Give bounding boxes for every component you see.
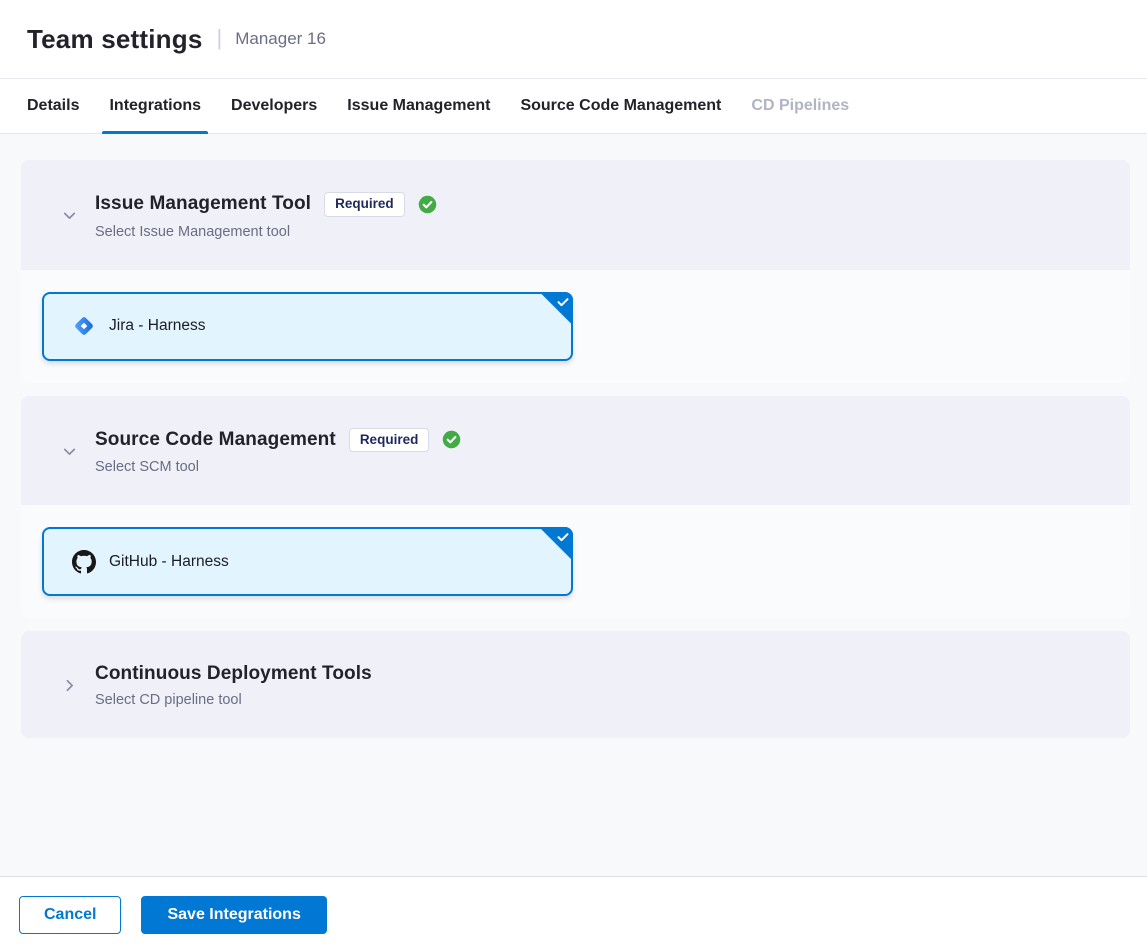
section-subtitle: Select Issue Management tool — [95, 224, 437, 240]
action-footer: Cancel Save Integrations — [0, 876, 1147, 952]
page-context-label: Manager 16 — [235, 29, 326, 49]
cancel-button[interactable]: Cancel — [19, 896, 121, 934]
tab-integrations[interactable]: Integrations — [109, 79, 201, 133]
section-header-text: Source Code Management Required Select S… — [95, 428, 461, 476]
section-header-text: Issue Management Tool Required Select Is… — [95, 192, 437, 240]
chevron-right-icon — [61, 677, 78, 694]
tab-developers[interactable]: Developers — [231, 79, 317, 133]
required-badge: Required — [349, 428, 430, 453]
page-title: Team settings — [27, 24, 203, 55]
tool-card-label: Jira - Harness — [109, 317, 205, 335]
tool-card-label: GitHub - Harness — [109, 553, 229, 571]
section-cd-tools-header[interactable]: Continuous Deployment Tools Select CD pi… — [21, 631, 1130, 738]
section-subtitle: Select SCM tool — [95, 459, 461, 475]
required-badge: Required — [324, 192, 405, 217]
tool-card-github[interactable]: GitHub - Harness — [42, 527, 573, 596]
title-separator: | — [217, 25, 223, 51]
integrations-panel: Issue Management Tool Required Select Is… — [0, 134, 1147, 876]
section-subtitle: Select CD pipeline tool — [95, 692, 372, 708]
tab-details[interactable]: Details — [27, 79, 79, 133]
section-source-code-management: Source Code Management Required Select S… — [21, 396, 1130, 619]
jira-icon — [72, 314, 96, 338]
section-title: Issue Management Tool — [95, 193, 311, 215]
page-header: Team settings | Manager 16 — [0, 0, 1147, 78]
tab-bar: Details Integrations Developers Issue Ma… — [0, 78, 1147, 134]
section-issue-management-body: Jira - Harness — [21, 270, 1130, 383]
chevron-down-icon — [61, 207, 78, 224]
section-scm-header[interactable]: Source Code Management Required Select S… — [21, 396, 1130, 506]
section-issue-management: Issue Management Tool Required Select Is… — [21, 160, 1130, 383]
tab-source-code-management[interactable]: Source Code Management — [520, 79, 721, 133]
success-check-icon — [442, 430, 461, 449]
chevron-down-icon — [61, 443, 78, 460]
selected-corner-badge — [539, 527, 573, 561]
section-header-text: Continuous Deployment Tools Select CD pi… — [95, 663, 372, 708]
tab-cd-pipelines: CD Pipelines — [751, 79, 849, 133]
section-title: Source Code Management — [95, 429, 336, 451]
section-scm-body: GitHub - Harness — [21, 505, 1130, 618]
selected-check-icon — [556, 530, 570, 544]
section-issue-management-header[interactable]: Issue Management Tool Required Select Is… — [21, 160, 1130, 270]
save-integrations-button[interactable]: Save Integrations — [141, 896, 326, 934]
selected-corner-badge — [539, 292, 573, 326]
github-icon — [72, 550, 96, 574]
tab-issue-management[interactable]: Issue Management — [347, 79, 490, 133]
section-cd-tools: Continuous Deployment Tools Select CD pi… — [21, 631, 1130, 738]
selected-check-icon — [556, 295, 570, 309]
success-check-icon — [418, 195, 437, 214]
tool-card-jira[interactable]: Jira - Harness — [42, 292, 573, 361]
section-title: Continuous Deployment Tools — [95, 663, 372, 685]
